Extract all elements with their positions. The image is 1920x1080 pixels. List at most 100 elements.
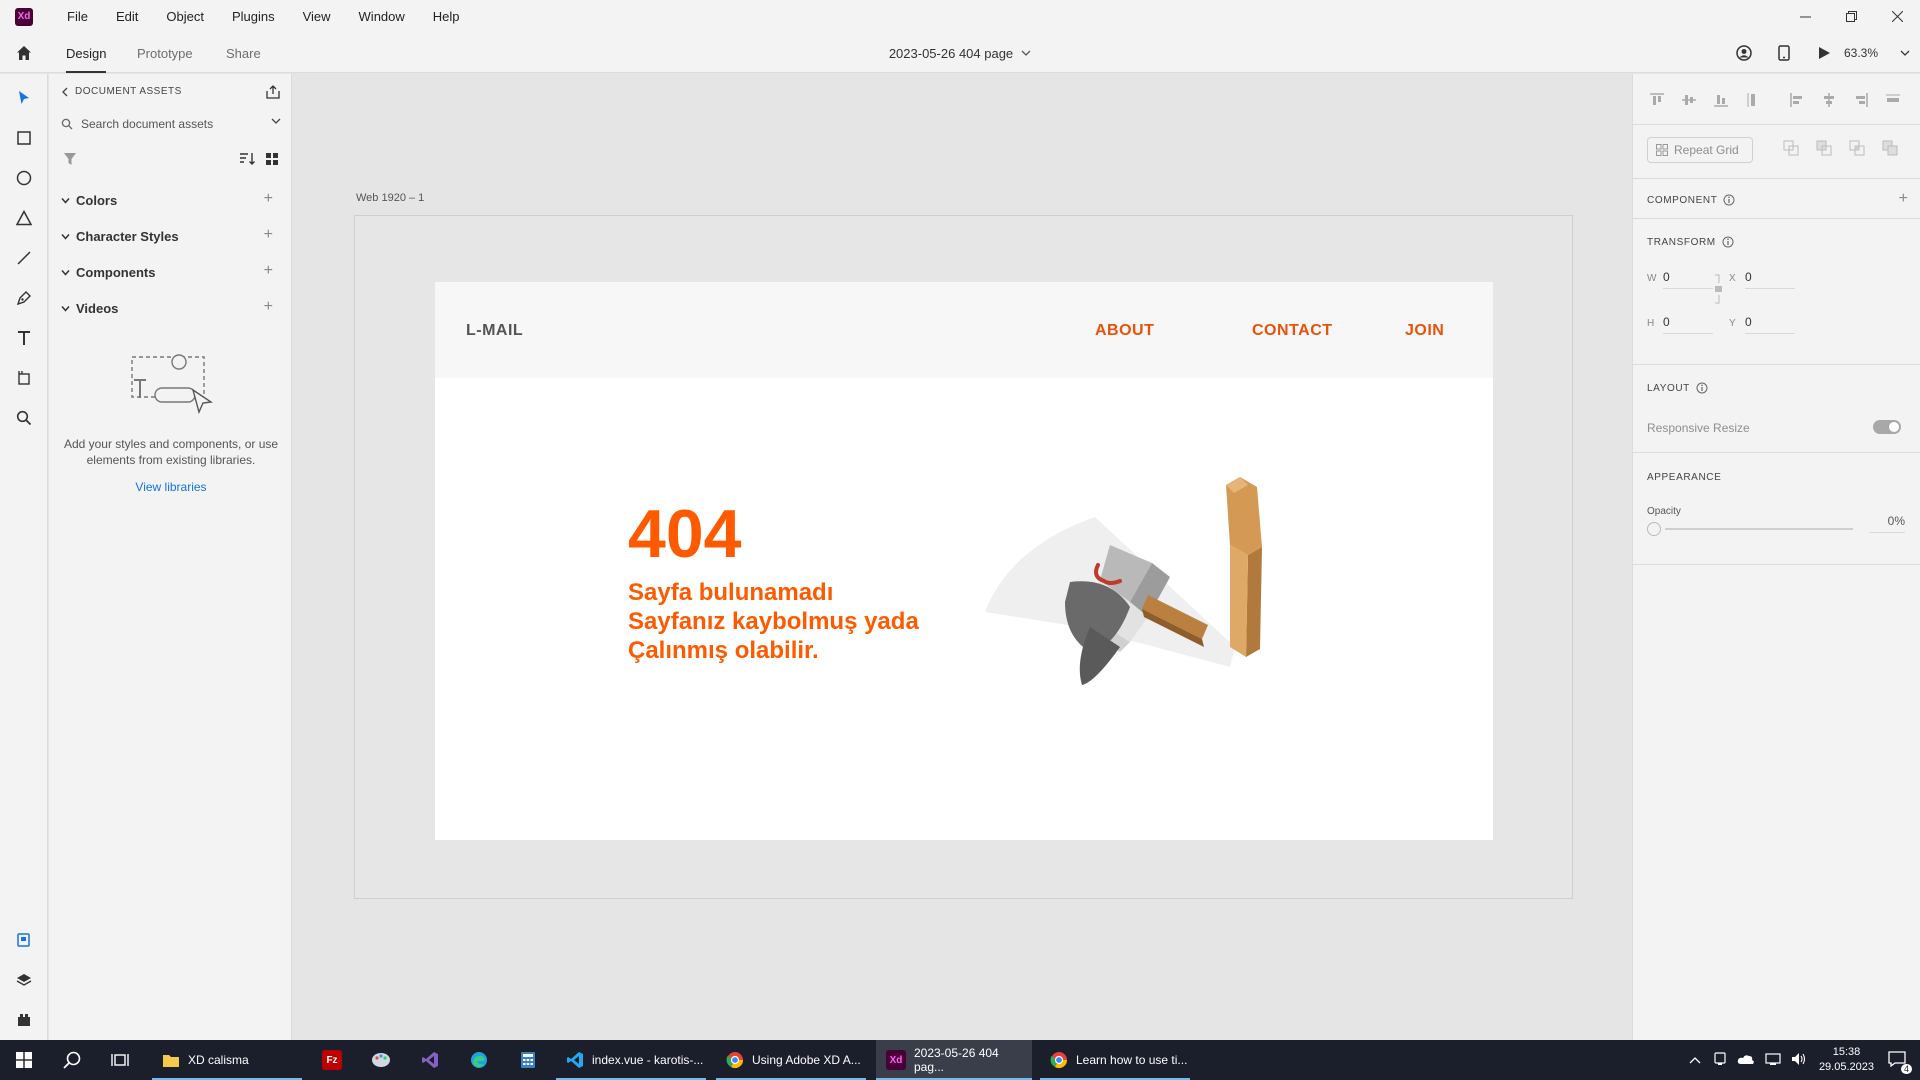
- minimize-button[interactable]: [1782, 0, 1828, 33]
- x-input[interactable]: 0: [1745, 270, 1795, 289]
- nav-link-join[interactable]: JOIN: [1405, 322, 1444, 340]
- taskbar-app-chrome-1[interactable]: Using Adobe XD A...: [716, 1040, 866, 1080]
- opacity-slider-handle[interactable]: [1647, 522, 1661, 536]
- boolean-add-button[interactable]: [1783, 140, 1799, 159]
- distribute-vertical-button[interactable]: [1743, 88, 1763, 112]
- opacity-slider-track[interactable]: [1665, 528, 1853, 530]
- nav-link-about[interactable]: ABOUT: [1095, 322, 1154, 340]
- list-view-icon[interactable]: [239, 152, 255, 166]
- taskbar-app-xd[interactable]: Xd 2023-05-26 404 pag...: [876, 1040, 1032, 1080]
- distribute-horizontal-button[interactable]: [1883, 88, 1903, 112]
- add-character-style-button[interactable]: +: [264, 226, 273, 244]
- boolean-subtract-button[interactable]: [1816, 140, 1832, 159]
- calculator-button[interactable]: [516, 1040, 540, 1080]
- clock[interactable]: 15:38 29.05.2023: [1819, 1045, 1874, 1075]
- section-components[interactable]: Components +: [61, 262, 283, 282]
- plugins-panel-button[interactable]: [12, 1008, 36, 1032]
- menu-edit[interactable]: Edit: [102, 9, 152, 24]
- export-assets-button[interactable]: [265, 84, 281, 103]
- taskbar-app-explorer[interactable]: XD calisma: [152, 1040, 302, 1080]
- tray-network-button[interactable]: [1765, 1052, 1781, 1069]
- tab-prototype[interactable]: Prototype: [137, 33, 193, 73]
- tray-device-button[interactable]: [1713, 1051, 1727, 1069]
- pen-tool[interactable]: [12, 286, 36, 310]
- assets-panel-button[interactable]: [12, 928, 36, 952]
- section-colors[interactable]: Colors +: [61, 190, 283, 210]
- info-icon[interactable]: [1723, 194, 1735, 206]
- add-component-button[interactable]: +: [1899, 190, 1908, 208]
- info-icon[interactable]: [1696, 382, 1708, 394]
- rectangle-tool[interactable]: [12, 126, 36, 150]
- nav-link-contact[interactable]: CONTACT: [1252, 322, 1333, 340]
- zoom-tool[interactable]: [12, 406, 36, 430]
- align-left-button[interactable]: [1787, 88, 1807, 112]
- artboard-label[interactable]: Web 1920 – 1: [356, 192, 424, 204]
- task-view-button[interactable]: [108, 1040, 132, 1080]
- menu-plugins[interactable]: Plugins: [218, 9, 289, 24]
- view-libraries-link[interactable]: View libraries: [59, 480, 283, 494]
- error-message[interactable]: Sayfa bulunamadı Sayfanız kaybolmuş yada…: [628, 578, 919, 665]
- menu-object[interactable]: Object: [152, 9, 218, 24]
- taskbar-app-vscode[interactable]: index.vue - karotis-...: [556, 1040, 706, 1080]
- edge-button[interactable]: [467, 1040, 491, 1080]
- notification-center-button[interactable]: 4: [1888, 1050, 1912, 1074]
- align-middle-button[interactable]: [1679, 88, 1699, 112]
- close-button[interactable]: [1874, 0, 1920, 33]
- align-top-button[interactable]: [1647, 88, 1667, 112]
- tab-design[interactable]: Design: [66, 33, 107, 73]
- home-button[interactable]: [12, 41, 36, 65]
- add-component-button[interactable]: +: [264, 262, 273, 280]
- document-title[interactable]: 2023-05-26 404 page: [889, 46, 1013, 61]
- opacity-input[interactable]: 0%: [1869, 514, 1905, 533]
- ellipse-tool[interactable]: [12, 166, 36, 190]
- align-right-button[interactable]: [1851, 88, 1871, 112]
- filezilla-button[interactable]: Fz: [320, 1040, 344, 1080]
- search-field[interactable]: Search document assets: [61, 112, 283, 136]
- menu-window[interactable]: Window: [345, 9, 419, 24]
- device-preview-button[interactable]: [1764, 33, 1804, 73]
- grid-view-icon[interactable]: [265, 152, 279, 166]
- y-input[interactable]: 0: [1745, 315, 1795, 334]
- play-button[interactable]: [1804, 33, 1844, 73]
- lock-aspect-icon[interactable]: [1713, 274, 1723, 304]
- brand-logo[interactable]: L-MAIL: [466, 322, 523, 340]
- zoom-level[interactable]: 63.3%: [1844, 46, 1878, 60]
- boolean-exclude-button[interactable]: [1882, 140, 1898, 159]
- select-tool[interactable]: [12, 86, 36, 110]
- text-tool[interactable]: [12, 326, 36, 350]
- menu-file[interactable]: File: [53, 9, 102, 24]
- layers-panel-button[interactable]: [12, 968, 36, 992]
- page-nav-bar[interactable]: L-MAIL ABOUT CONTACT JOIN: [435, 282, 1493, 378]
- filter-icon[interactable]: [63, 152, 77, 166]
- web-page-mockup[interactable]: L-MAIL ABOUT CONTACT JOIN 404 Sayfa bulu…: [435, 282, 1493, 840]
- paint-button[interactable]: [369, 1040, 393, 1080]
- add-color-button[interactable]: +: [264, 190, 273, 208]
- taskbar-app-chrome-2[interactable]: Learn how to use ti...: [1040, 1040, 1190, 1080]
- artboard[interactable]: L-MAIL ABOUT CONTACT JOIN 404 Sayfa bulu…: [354, 215, 1573, 899]
- section-character-styles[interactable]: Character Styles +: [61, 226, 283, 246]
- info-icon[interactable]: [1722, 236, 1734, 248]
- chevron-down-icon[interactable]: [271, 116, 281, 126]
- align-bottom-button[interactable]: [1711, 88, 1731, 112]
- tray-overflow-button[interactable]: [1689, 1053, 1701, 1067]
- menu-help[interactable]: Help: [419, 9, 474, 24]
- line-tool[interactable]: [12, 246, 36, 270]
- section-videos[interactable]: Videos +: [61, 298, 283, 318]
- boolean-intersect-button[interactable]: [1849, 140, 1865, 159]
- width-input[interactable]: 0: [1663, 270, 1713, 289]
- height-input[interactable]: 0: [1663, 315, 1713, 334]
- search-button[interactable]: [60, 1040, 84, 1080]
- polygon-tool[interactable]: [12, 206, 36, 230]
- zoom-dropdown[interactable]: [1890, 33, 1920, 73]
- canvas[interactable]: Web 1920 – 1 L-MAIL ABOUT CONTACT JOIN 4…: [293, 74, 1631, 1040]
- visual-studio-button[interactable]: [418, 1040, 442, 1080]
- chevron-down-icon[interactable]: [1021, 48, 1031, 58]
- align-center-button[interactable]: [1819, 88, 1839, 112]
- user-button[interactable]: [1724, 33, 1764, 73]
- start-button[interactable]: [12, 1040, 36, 1080]
- artboard-tool[interactable]: [12, 366, 36, 390]
- add-video-button[interactable]: +: [264, 298, 273, 316]
- menu-view[interactable]: View: [289, 9, 345, 24]
- responsive-resize-toggle[interactable]: [1873, 420, 1901, 434]
- tray-volume-button[interactable]: [1791, 1052, 1807, 1069]
